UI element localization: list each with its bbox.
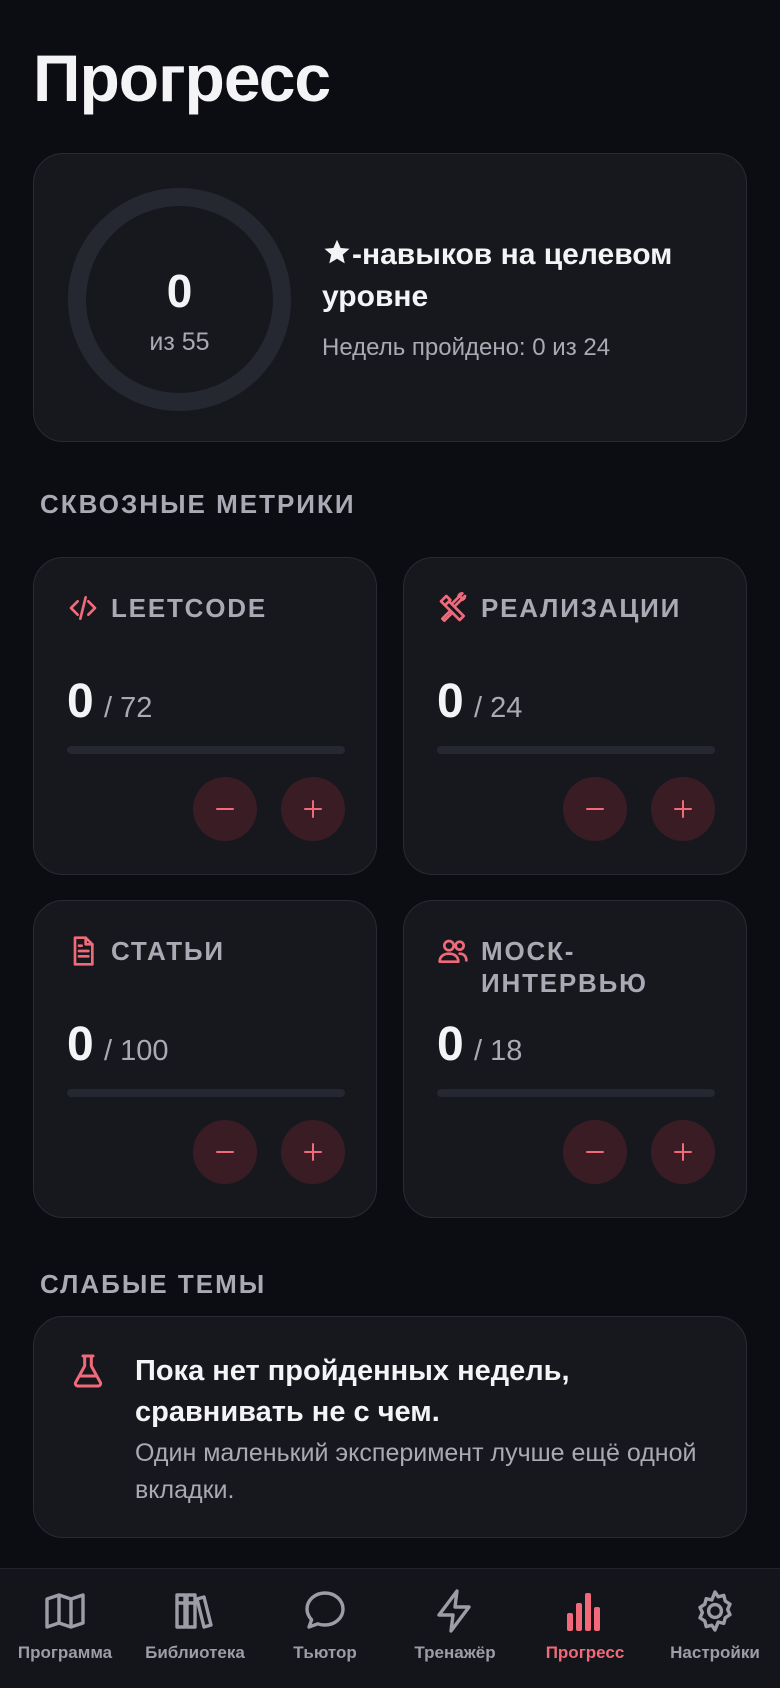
metric-value: 0 — [67, 1018, 94, 1071]
minus-icon — [586, 808, 604, 810]
bar-chart-icon — [567, 1593, 600, 1631]
minus-icon — [216, 808, 234, 810]
section-label-metrics: СКВОЗНЫЕ МЕТРИКИ — [40, 489, 356, 519]
bottom-nav: Программа Библиотека Тьютор Тренажёр Про… — [0, 1568, 780, 1688]
nav-item-settings[interactable]: Настройки — [650, 1569, 780, 1688]
nav-item-progress[interactable]: Прогресс — [520, 1569, 650, 1688]
metric-progress-bar — [437, 746, 715, 754]
nav-item-program[interactable]: Программа — [0, 1569, 130, 1688]
tools-icon — [439, 592, 467, 622]
users-icon — [438, 939, 468, 963]
weak-topics-title: Пока нет пройденных недель, сравнивать н… — [135, 1355, 570, 1428]
flask-icon — [73, 1354, 103, 1388]
metric-title: МОСК-ИНТЕРВЬЮ — [481, 936, 648, 998]
skills-heading: -навыков на целевом уровне — [322, 234, 722, 318]
weeks-completed: Недель пройдено: 0 из 24 — [322, 334, 611, 361]
chat-icon — [305, 1591, 345, 1629]
minus-icon — [216, 1151, 234, 1153]
plus-icon — [674, 800, 692, 818]
skills-progress-ring: 0 из 55 — [68, 188, 291, 411]
weak-topics-card: Пока нет пройденных недель, сравнивать н… — [33, 1316, 747, 1538]
nav-label: Программа — [17, 1643, 113, 1662]
page-title: Прогресс — [33, 41, 331, 115]
metric-total: / 72 — [104, 692, 153, 724]
nav-label: Тренажёр — [414, 1643, 496, 1662]
metric-title: СТАТЬИ — [111, 936, 225, 966]
bolt-icon — [437, 1589, 471, 1633]
skills-heading-text: -навыков на целевом уровне — [322, 238, 673, 313]
decrement-button[interactable] — [563, 777, 627, 841]
code-icon — [69, 596, 97, 620]
weak-topics-subtitle: Один маленький эксперимент лучше ещё одн… — [135, 1439, 697, 1504]
skills-total: из 55 — [149, 328, 210, 356]
metric-card-mock-interviews: МОСК-ИНТЕРВЬЮ 0 / 18 — [403, 900, 747, 1218]
metric-progress-bar — [437, 1089, 715, 1097]
metric-value: 0 — [437, 1018, 464, 1071]
nav-label: Тьютор — [293, 1643, 357, 1662]
increment-button[interactable] — [281, 777, 345, 841]
library-icon — [175, 1593, 213, 1629]
metric-value: 0 — [67, 675, 94, 728]
decrement-button[interactable] — [563, 1120, 627, 1184]
minus-icon — [586, 1151, 604, 1153]
metric-card-implementations: РЕАЛИЗАЦИИ 0 / 24 — [403, 557, 747, 875]
nav-item-tutor[interactable]: Тьютор — [260, 1569, 390, 1688]
map-icon — [45, 1593, 85, 1629]
metric-total: / 18 — [474, 1035, 523, 1067]
skills-count: 0 — [166, 265, 193, 317]
decrement-button[interactable] — [193, 777, 257, 841]
metric-title: LEETCODE — [111, 593, 267, 623]
metric-progress-bar — [67, 1089, 345, 1097]
nav-label: Настройки — [670, 1643, 760, 1662]
plus-icon — [304, 1143, 322, 1161]
metric-value: 0 — [437, 675, 464, 728]
nav-label: Прогресс — [545, 1643, 625, 1662]
decrement-button[interactable] — [193, 1120, 257, 1184]
gear-icon — [698, 1590, 732, 1632]
star-icon — [324, 239, 350, 264]
metric-progress-bar — [67, 746, 345, 754]
document-icon — [73, 936, 94, 966]
plus-icon — [304, 800, 322, 818]
increment-button[interactable] — [281, 1120, 345, 1184]
plus-icon — [674, 1143, 692, 1161]
metric-card-leetcode: LEETCODE 0 / 72 — [33, 557, 377, 875]
increment-button[interactable] — [651, 777, 715, 841]
skills-summary-card: 0 из 55 -навыков на целевом уровне Недел… — [33, 153, 747, 442]
progress-screen: Прогресс 0 из 55 -навыков на целевом уро… — [0, 0, 780, 1688]
nav-item-trainer[interactable]: Тренажёр — [390, 1569, 520, 1688]
nav-item-library[interactable]: Библиотека — [130, 1569, 260, 1688]
metric-title: РЕАЛИЗАЦИИ — [481, 593, 682, 623]
metric-total: / 100 — [104, 1035, 169, 1067]
metric-total: / 24 — [474, 692, 523, 724]
section-label-weak: СЛАБЫЕ ТЕМЫ — [40, 1269, 267, 1299]
increment-button[interactable] — [651, 1120, 715, 1184]
metric-card-articles: СТАТЬИ 0 / 100 — [33, 900, 377, 1218]
nav-label: Библиотека — [145, 1643, 245, 1662]
